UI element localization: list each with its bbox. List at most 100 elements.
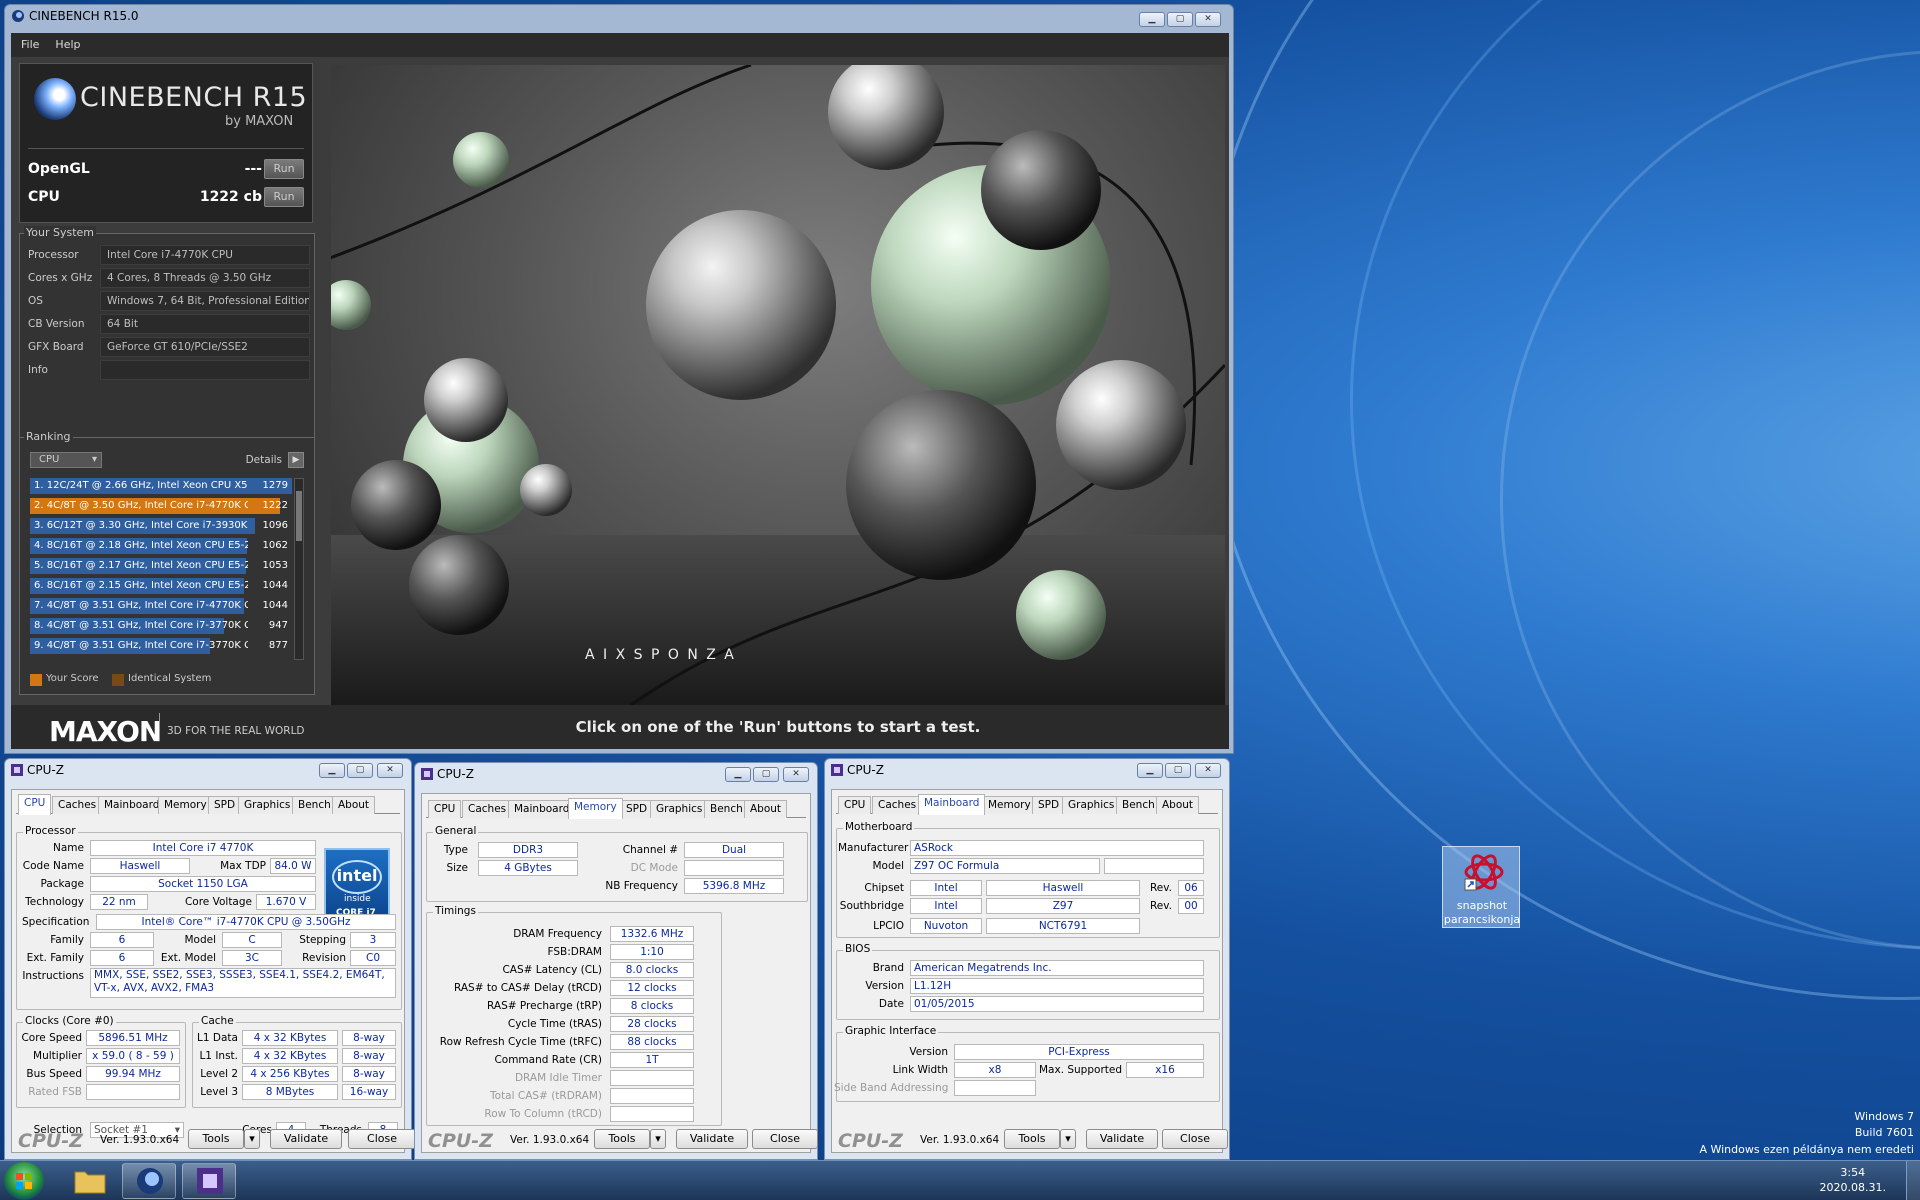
tab-spd[interactable]: SPD	[620, 800, 654, 818]
tab-cpu[interactable]: CPU	[838, 796, 872, 814]
close-button[interactable]: ✕	[1195, 12, 1221, 27]
ranking-row[interactable]: 5. 8C/16T @ 2.17 GHz, Intel Xeon CPU E5-…	[30, 558, 292, 574]
tools-button[interactable]: Tools	[1004, 1129, 1060, 1149]
tab-mainboard[interactable]: Mainboard	[98, 796, 166, 814]
snapshot-shortcut-icon[interactable]: snapshot parancsikonja	[1442, 846, 1520, 928]
opengl-run-button[interactable]: Run	[264, 159, 304, 179]
tab-bench[interactable]: Bench	[1116, 796, 1161, 814]
southbridge-value: Z97	[986, 898, 1140, 914]
tab-bench[interactable]: Bench	[292, 796, 337, 814]
cpu-score-row: CPU 1222 cb Run	[28, 186, 306, 208]
minimize-button[interactable]: ▁	[1137, 763, 1163, 778]
close-action-button[interactable]: Close	[752, 1129, 818, 1149]
atom-icon	[1464, 854, 1504, 891]
close-button[interactable]: ✕	[1195, 763, 1221, 778]
tab-graphics[interactable]: Graphics	[238, 796, 297, 814]
maximize-button[interactable]: ▢	[1167, 12, 1193, 27]
start-button[interactable]	[4, 1162, 44, 1200]
tools-dropdown-button[interactable]: ▾	[244, 1129, 260, 1149]
general-group-title: General	[433, 825, 479, 837]
tab-caches[interactable]: Caches	[462, 800, 513, 818]
tab-bench[interactable]: Bench	[704, 800, 749, 818]
taskbar-cpuz[interactable]	[182, 1163, 236, 1199]
tab-cpu[interactable]: CPU	[428, 800, 462, 818]
minimize-icon: ▁	[1148, 14, 1156, 24]
close-action-button[interactable]: Close	[1162, 1129, 1228, 1149]
technology-value: 22 nm	[90, 894, 148, 910]
maximize-button[interactable]: ▢	[347, 763, 373, 778]
taskbar-cinebench[interactable]	[122, 1163, 176, 1199]
bios-group-title: BIOS	[843, 943, 873, 955]
tab-graphics[interactable]: Graphics	[1062, 796, 1121, 814]
ranking-row[interactable]: 7. 4C/8T @ 3.51 GHz, Intel Core i7-4770K…	[30, 598, 292, 614]
timing-value: 8 clocks	[610, 998, 694, 1014]
minimize-button[interactable]: ▁	[1139, 12, 1165, 27]
maximize-button[interactable]: ▢	[1165, 763, 1191, 778]
close-icon: ✕	[386, 765, 394, 775]
cinebench-logo-icon	[34, 78, 76, 120]
tools-dropdown-button[interactable]: ▾	[1060, 1129, 1076, 1149]
tab-spd[interactable]: SPD	[1032, 796, 1066, 814]
ranking-row[interactable]: 9. 4C/8T @ 3.51 GHz, Intel Core i7-3770K…	[30, 638, 292, 654]
tab-graphics[interactable]: Graphics	[650, 800, 709, 818]
max-supported-label: Max. Supported	[1038, 1064, 1122, 1076]
ranking-row[interactable]: 8. 4C/8T @ 3.51 GHz, Intel Core i7-3770K…	[30, 618, 292, 634]
codename-value: Haswell	[90, 858, 190, 874]
ranking-row[interactable]: 1. 12C/24T @ 2.66 GHz, Intel Xeon CPU X5…	[30, 478, 292, 494]
validate-button[interactable]: Validate	[1086, 1129, 1158, 1149]
cinebench-titlebar[interactable]: CINEBENCH R15.0	[5, 5, 1233, 27]
ranking-row[interactable]: 2. 4C/8T @ 3.50 GHz, Intel Core i7-4770K…	[30, 498, 292, 514]
voltage-label: Core Voltage	[184, 896, 252, 908]
tab-about[interactable]: About	[744, 800, 788, 818]
cpuz-footer-logo: CPU-Z	[428, 1130, 493, 1152]
minimize-button[interactable]: ▁	[319, 763, 345, 778]
tab-memory[interactable]: Memory	[568, 798, 623, 819]
tab-cpu[interactable]: CPU	[18, 794, 52, 815]
ranking-select[interactable]: CPU ▾	[30, 452, 102, 468]
details-label: Details	[245, 454, 282, 466]
l3-label: Level 3	[200, 1086, 238, 1098]
type-label: Type	[443, 844, 468, 856]
tab-about[interactable]: About	[1156, 796, 1200, 814]
tab-memory[interactable]: Memory	[158, 796, 213, 814]
close-action-button[interactable]: Close	[348, 1129, 416, 1149]
menu-help[interactable]: Help	[55, 38, 80, 51]
bios-brand-label: Brand	[872, 962, 904, 974]
close-button[interactable]: ✕	[377, 763, 403, 778]
show-desktop-button[interactable]	[1906, 1161, 1920, 1200]
southbridge-label: Southbridge	[839, 900, 904, 912]
tools-dropdown-button[interactable]: ▾	[650, 1129, 666, 1149]
minimize-button[interactable]: ▁	[725, 767, 751, 782]
system-row: Cores x GHz 4 Cores, 8 Threads @ 3.50 GHz	[26, 267, 310, 289]
tools-button[interactable]: Tools	[188, 1129, 244, 1149]
package-label: Package	[40, 878, 84, 890]
maximize-button[interactable]: ▢	[753, 767, 779, 782]
validate-button[interactable]: Validate	[676, 1129, 748, 1149]
taskbar-explorer[interactable]	[62, 1163, 116, 1199]
close-button[interactable]: ✕	[783, 767, 809, 782]
validate-button[interactable]: Validate	[270, 1129, 342, 1149]
tab-mainboard[interactable]: Mainboard	[918, 794, 986, 815]
system-clock[interactable]: 3:54 2020.08.31.	[1820, 1165, 1886, 1195]
tab-spd[interactable]: SPD	[208, 796, 242, 814]
timing-value: 28 clocks	[610, 1016, 694, 1032]
tab-memory[interactable]: Memory	[982, 796, 1037, 814]
dc-mode-label: DC Mode	[630, 862, 678, 874]
ranking-row[interactable]: 6. 8C/16T @ 2.15 GHz, Intel Xeon CPU E5-…	[30, 578, 292, 594]
snapshot-shortcut-label: snapshot parancsikonja	[1443, 899, 1521, 926]
menu-file[interactable]: File	[21, 38, 39, 51]
tab-caches[interactable]: Caches	[52, 796, 103, 814]
ranking-scrollbar-thumb[interactable]	[296, 491, 302, 541]
ranking-row[interactable]: 3. 6C/12T @ 3.30 GHz, Intel Core i7-3930…	[30, 518, 292, 534]
ranking-row[interactable]: 4. 8C/16T @ 2.18 GHz, Intel Xeon CPU E5-…	[30, 538, 292, 554]
tools-button[interactable]: Tools	[594, 1129, 650, 1149]
ranking-scrollbar[interactable]	[294, 478, 304, 660]
bios-date-value: 01/05/2015	[910, 996, 1204, 1012]
manufacturer-value: ASRock	[910, 840, 1204, 856]
details-button[interactable]: ▶	[288, 452, 304, 468]
cpu-run-button[interactable]: Run	[264, 187, 304, 207]
tab-caches[interactable]: Caches	[872, 796, 923, 814]
tab-about[interactable]: About	[332, 796, 376, 814]
ext-model-label: Ext. Model	[160, 952, 216, 964]
tab-mainboard[interactable]: Mainboard	[508, 800, 576, 818]
